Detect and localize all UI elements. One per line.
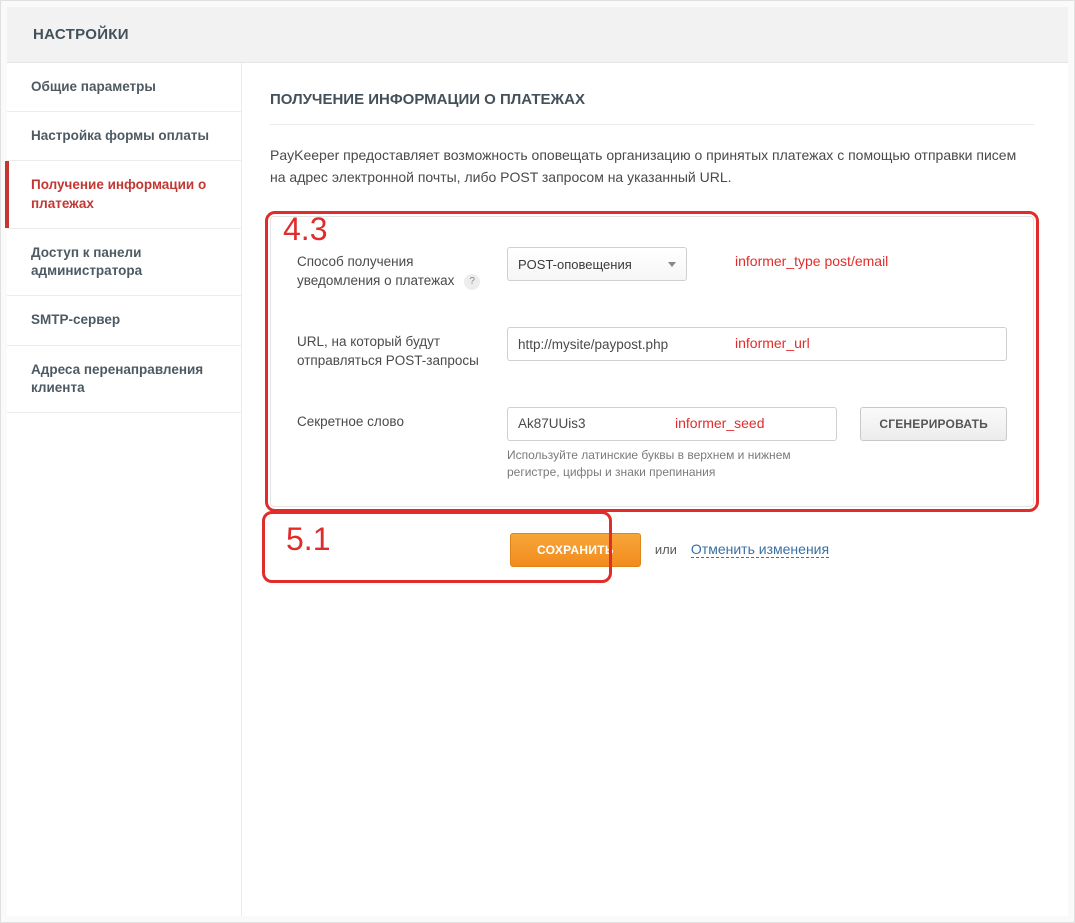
help-icon[interactable]: ?	[464, 274, 480, 290]
page-title: НАСТРОЙКИ	[33, 26, 129, 43]
header: НАСТРОЙКИ	[7, 7, 1068, 63]
sidebar-item-general[interactable]: Общие параметры	[7, 63, 241, 112]
sidebar-item-redirect[interactable]: Адреса перенаправления клиента	[7, 346, 241, 413]
annotation-label-51: 5.1	[286, 521, 330, 558]
save-button[interactable]: СОХРАНИТЬ	[510, 533, 641, 567]
secret-hint: Используйте латинские буквы в верхнем и …	[507, 447, 827, 482]
form-actions: 5.1 СОХРАНИТЬ или Отменить изменения	[270, 533, 1034, 567]
sidebar: Общие параметры Настройка формы оплаты П…	[7, 63, 242, 916]
post-url-label: URL, на который будут отправляться POST-…	[297, 327, 507, 371]
cancel-link[interactable]: Отменить изменения	[691, 541, 829, 558]
sidebar-item-admin-access[interactable]: Доступ к панели администратора	[7, 229, 241, 296]
settings-form-box: 4.3 Способ получения уведомления о плате…	[270, 216, 1034, 506]
generate-button[interactable]: СГЕНЕРИРОВАТЬ	[860, 407, 1007, 441]
secret-label: Секретное слово	[297, 407, 507, 432]
notification-method-select[interactable]: POST-оповещения	[507, 247, 687, 281]
secret-input[interactable]	[507, 407, 837, 441]
notification-method-label: Способ получения уведомления о платежах …	[297, 247, 507, 291]
section-description: PayKeeper предоставляет возможность опов…	[270, 145, 1034, 188]
chevron-down-icon	[668, 262, 676, 267]
sidebar-item-smtp[interactable]: SMTP-сервер	[7, 296, 241, 345]
main-content: ПОЛУЧЕНИЕ ИНФОРМАЦИИ О ПЛАТЕЖАХ PayKeepe…	[242, 63, 1068, 916]
post-url-input[interactable]	[507, 327, 1007, 361]
section-title: ПОЛУЧЕНИЕ ИНФОРМАЦИИ О ПЛАТЕЖАХ	[270, 91, 1034, 125]
annotation-label-43: 4.3	[283, 211, 327, 248]
or-text: или	[655, 542, 677, 557]
notification-method-value: POST-оповещения	[518, 257, 632, 272]
sidebar-item-payment-info[interactable]: Получение информации о платежах	[7, 161, 241, 228]
annotation-tag-informer-type: informer_type post/email	[735, 253, 888, 269]
sidebar-item-payment-form[interactable]: Настройка формы оплаты	[7, 112, 241, 161]
notification-method-label-text: Способ получения уведомления о платежах	[297, 254, 454, 288]
